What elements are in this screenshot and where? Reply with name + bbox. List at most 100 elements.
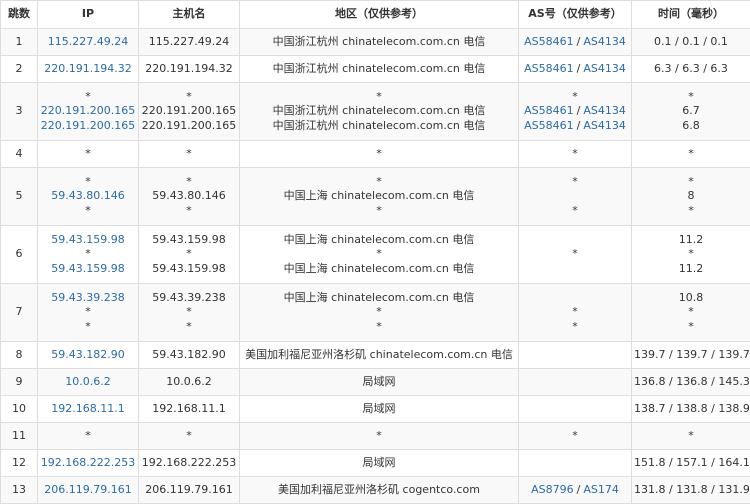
cell-line <box>521 402 629 417</box>
ip-link[interactable]: 115.227.49.24 <box>48 35 128 48</box>
hostname-text: 220.191.200.165 <box>141 104 237 118</box>
time-text: * <box>688 174 694 188</box>
cell-line: 0.1 / 0.1 / 0.1 <box>634 35 748 50</box>
hostname-text: * <box>186 428 192 442</box>
table-row: 2 220.191.194.32 220.191.194.32 中国浙江杭州 chin… <box>0 55 750 83</box>
time-cell: 0.1 / 0.1 / 0.1 <box>631 28 750 56</box>
table-row: 1 115.227.49.24 115.227.49.24 中国浙江杭州 chinat… <box>0 28 750 56</box>
time-text: 6.7 <box>682 104 700 118</box>
cell-line: * <box>40 90 136 105</box>
ip-link[interactable]: 59.43.159.98 <box>51 233 124 246</box>
cell-line <box>521 233 629 248</box>
cell-line: * <box>521 175 629 190</box>
column-header-ip: IP <box>37 0 139 29</box>
cell-line: * <box>141 204 237 219</box>
cell-line: 中国上海 chinatelecom.com.cn 电信 <box>242 291 516 306</box>
cell-line: * <box>521 147 629 162</box>
ip-cell: 206.119.79.161 <box>37 476 139 504</box>
time-cell: 138.7 / 138.8 / 138.9 <box>631 395 750 423</box>
region-cell: * 中国上海 chinatelecom.com.cn 电信 * <box>239 167 519 226</box>
asn-link[interactable]: AS4134 <box>583 119 626 132</box>
asn-link[interactable]: AS58461 <box>524 104 574 117</box>
table-row: 10 192.168.11.1 192.168.11.1 局域网 138.7 / 13… <box>0 395 750 423</box>
region-cell: 中国浙江杭州 chinatelecom.com.cn 电信 <box>239 28 519 56</box>
region-text: 中国浙江杭州 chinatelecom.com.cn 电信 <box>272 118 486 132</box>
ip-cell: 115.227.49.24 <box>37 28 139 56</box>
hostname-text: 59.43.159.98 <box>152 232 226 246</box>
cell-line: * <box>40 247 136 262</box>
cell-line: 局域网 <box>242 456 516 471</box>
cell-line: 美国加利福尼亚州洛杉矶 cogentco.com <box>242 483 516 498</box>
ip-placeholder: * <box>85 305 91 319</box>
asn-link[interactable]: AS4134 <box>583 104 626 117</box>
asn-link[interactable]: AS4134 <box>583 62 626 75</box>
time-text: * <box>688 89 694 103</box>
time-text: * <box>688 203 694 217</box>
ip-link[interactable]: 220.191.194.32 <box>44 62 131 75</box>
asn-cell: * AS58461/AS4134 AS58461/AS4134 <box>518 82 632 141</box>
ip-link[interactable]: 59.43.182.90 <box>51 348 124 361</box>
ip-placeholder: * <box>85 319 91 333</box>
asn-link[interactable]: AS8796 <box>531 483 574 496</box>
time-cell: 151.8 / 157.1 / 164.1 <box>631 449 750 477</box>
ip-link[interactable]: 220.191.200.165 <box>41 119 135 132</box>
ip-link[interactable]: 206.119.79.161 <box>44 483 131 496</box>
ip-cell: * 59.43.80.146 * <box>37 167 139 226</box>
region-text: 中国上海 chinatelecom.com.cn 电信 <box>283 261 475 275</box>
hostname-text: 59.43.80.146 <box>152 189 226 203</box>
cell-line: * <box>242 175 516 190</box>
cell-line: 10.8 <box>634 291 748 306</box>
hop-number: 9 <box>15 374 23 388</box>
hostname-text: 192.168.222.253 <box>141 455 237 469</box>
hostname-text: 115.227.49.24 <box>148 34 230 48</box>
hop-cell: 11 <box>0 422 38 450</box>
asn-link[interactable]: AS174 <box>583 483 619 496</box>
asn-text: * <box>572 247 578 261</box>
table-row: 7 59.43.39.238 * * 59.43.39.238 * * 中国上海 chinat… <box>0 283 750 342</box>
cell-line: 美国加利福尼亚州洛杉矶 chinatelecom.com.cn 电信 <box>242 348 516 363</box>
hostname-text: * <box>186 247 192 261</box>
hop-cell: 4 <box>0 140 38 168</box>
ip-link[interactable]: 220.191.200.165 <box>41 104 135 117</box>
time-cell: 6.3 / 6.3 / 6.3 <box>631 55 750 83</box>
ip-link[interactable]: 59.43.39.238 <box>51 291 124 304</box>
cell-line <box>521 262 629 277</box>
asn-separator: / <box>576 104 581 118</box>
region-cell: 中国浙江杭州 chinatelecom.com.cn 电信 <box>239 55 519 83</box>
cell-line <box>521 291 629 306</box>
region-cell: * 中国浙江杭州 chinatelecom.com.cn 电信 中国浙江杭州 chi… <box>239 82 519 141</box>
asn-link[interactable]: AS58461 <box>524 35 574 48</box>
cell-line: 中国上海 chinatelecom.com.cn 电信 <box>242 233 516 248</box>
hop-number: 7 <box>15 305 23 319</box>
hop-cell: 9 <box>0 368 38 396</box>
column-header-hop: 跳数 <box>0 0 38 29</box>
asn-link[interactable]: AS4134 <box>583 35 626 48</box>
time-text: 0.1 / 0.1 / 0.1 <box>654 34 728 48</box>
cell-line: * <box>521 204 629 219</box>
time-text: * <box>688 146 694 160</box>
asn-link[interactable]: AS58461 <box>524 119 574 132</box>
asn-text: * <box>572 174 578 188</box>
time-cell: * <box>631 422 750 450</box>
hop-cell: 7 <box>0 283 38 342</box>
cell-line: 220.191.200.165 <box>40 104 136 119</box>
cell-line: * <box>242 204 516 219</box>
cell-line: * <box>141 175 237 190</box>
asn-text: * <box>572 89 578 103</box>
cell-line: 131.8 / 131.8 / 131.9 <box>634 483 750 498</box>
asn-link[interactable]: AS58461 <box>524 62 574 75</box>
region-text: 中国浙江杭州 chinatelecom.com.cn 电信 <box>272 104 486 118</box>
ip-link[interactable]: 10.0.6.2 <box>65 375 110 388</box>
hop-cell: 10 <box>0 395 38 423</box>
ip-cell: * <box>37 140 139 168</box>
ip-link[interactable]: 59.43.80.146 <box>51 189 124 202</box>
ip-link[interactable]: 192.168.11.1 <box>51 402 124 415</box>
region-text: * <box>376 305 382 319</box>
hostname-cell: 220.191.194.32 <box>138 55 240 83</box>
table-row: 5 * 59.43.80.146 * * 59.43.80.146 * * 中国上海 china… <box>0 167 750 226</box>
time-text: 136.8 / 136.8 / 145.3 <box>634 374 750 388</box>
cell-line: 139.7 / 139.7 / 139.7 <box>634 348 750 363</box>
ip-link[interactable]: 59.43.159.98 <box>51 262 124 275</box>
ip-cell: * 220.191.200.165 220.191.200.165 <box>37 82 139 141</box>
ip-link[interactable]: 192.168.222.253 <box>41 456 135 469</box>
